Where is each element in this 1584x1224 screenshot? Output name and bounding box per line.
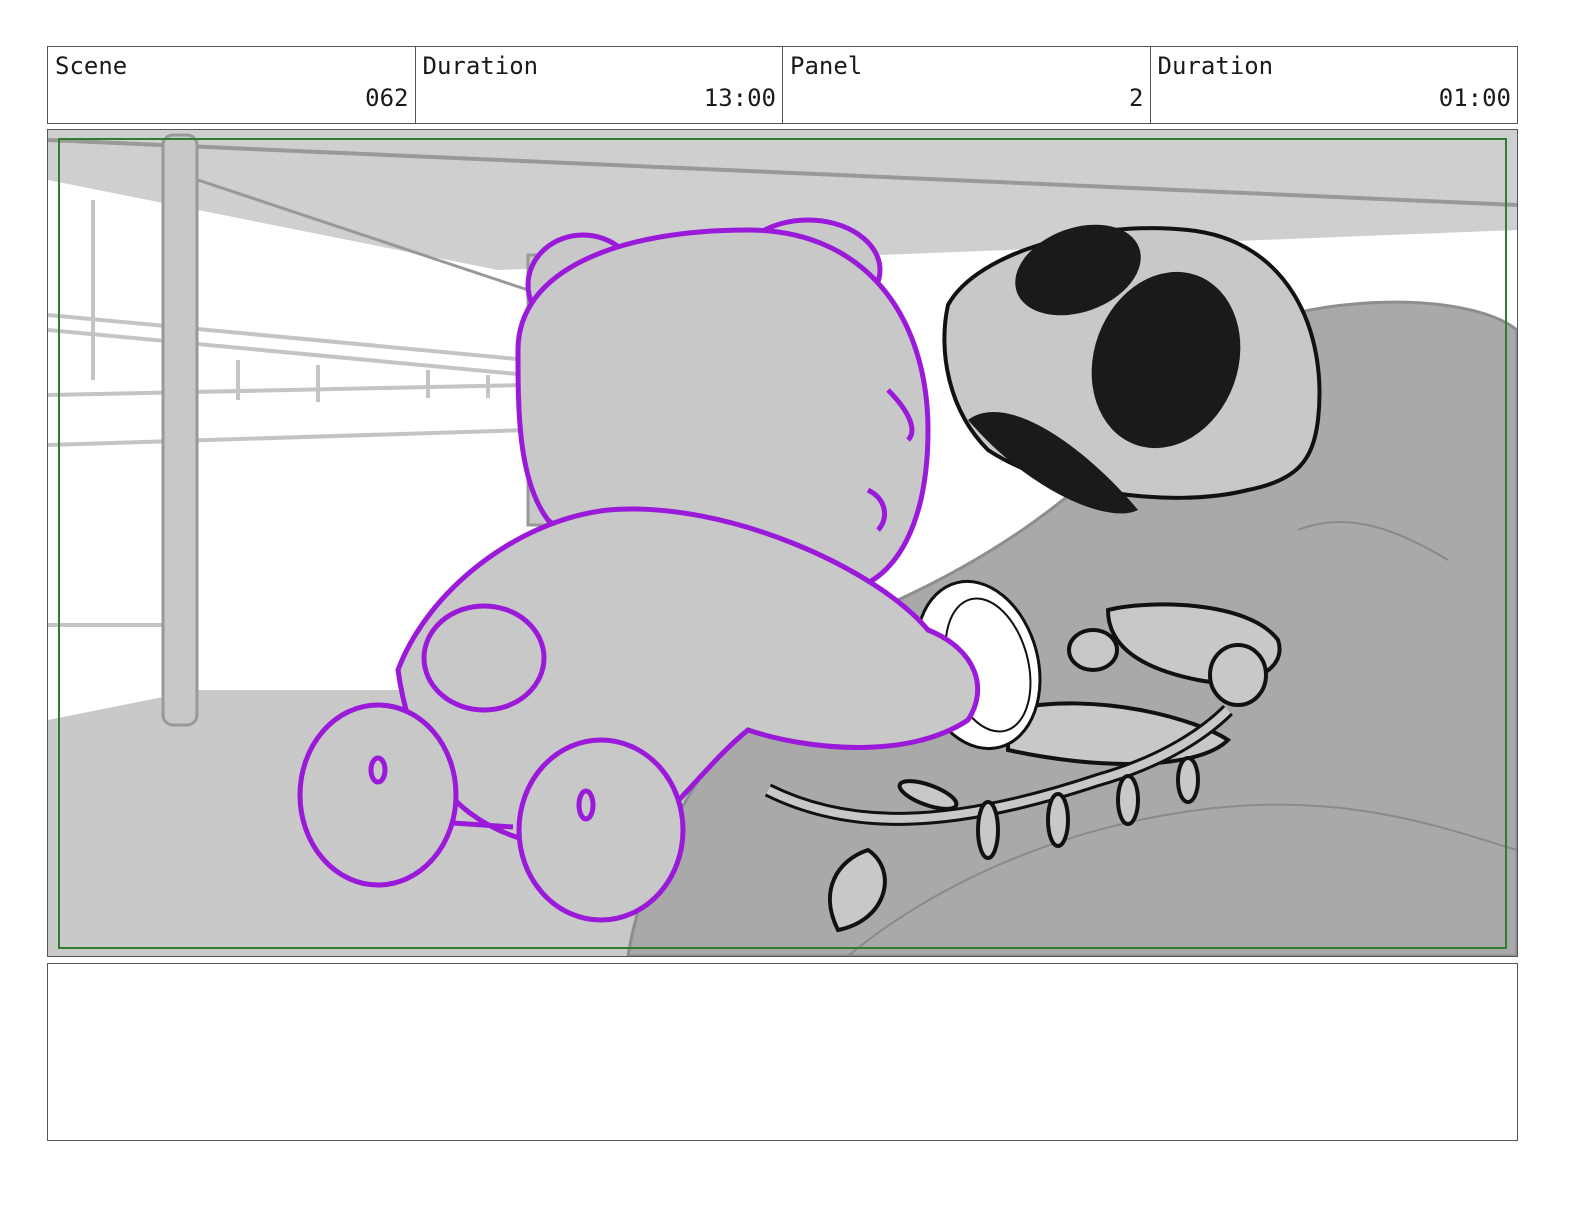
scene-duration-value: 13:00 bbox=[703, 84, 776, 112]
scene-duration-cell: Duration 13:00 bbox=[416, 47, 783, 123]
railing bbox=[48, 200, 529, 627]
scene-duration-label: Duration bbox=[422, 52, 539, 80]
panel-number: 2 bbox=[1129, 84, 1144, 112]
panel-duration-value: 01:00 bbox=[1438, 84, 1511, 112]
panel-notes-box[interactable] bbox=[47, 963, 1518, 1141]
scene-label: Scene bbox=[55, 52, 128, 80]
storyboard-drawing bbox=[48, 130, 1517, 956]
storyboard-panel-image bbox=[47, 129, 1518, 957]
pillar bbox=[161, 133, 199, 727]
scene-number: 062 bbox=[365, 84, 409, 112]
panel-label: Panel bbox=[790, 52, 863, 80]
panel-info-header: Scene 062 Duration 13:00 Panel 2 Duratio… bbox=[47, 46, 1518, 124]
panel-duration-label: Duration bbox=[1157, 52, 1274, 80]
panel-duration-cell: Duration 01:00 bbox=[1151, 47, 1518, 123]
panel-cell: Panel 2 bbox=[783, 47, 1151, 123]
scene-cell: Scene 062 bbox=[48, 47, 416, 123]
